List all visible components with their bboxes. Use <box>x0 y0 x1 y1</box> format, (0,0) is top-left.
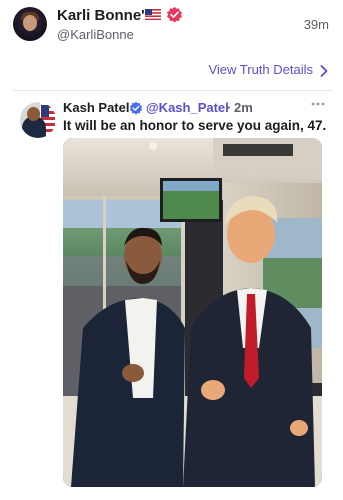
embedded-author-name[interactable]: Kash Patel <box>63 100 129 115</box>
embedded-author-handle[interactable]: @Kash_Patel <box>146 100 229 115</box>
author-display-name[interactable]: Karli Bonne' <box>57 7 145 24</box>
verified-badge-icon <box>167 6 182 23</box>
author-avatar[interactable] <box>13 7 47 41</box>
avatar-flag-canton <box>41 105 49 117</box>
post-photo[interactable] <box>63 138 322 487</box>
verified-badge-icon <box>129 101 143 115</box>
separator-dot: · <box>227 100 232 115</box>
author-handle[interactable]: @KarliBonne <box>57 27 134 42</box>
post-timestamp: 39m <box>303 17 329 32</box>
us-flag-icon <box>145 9 161 20</box>
embedded-post-timestamp: 2m <box>234 100 253 115</box>
avatar-face <box>23 15 37 31</box>
view-truth-details-link[interactable]: View Truth Details <box>208 62 313 77</box>
avatar-head <box>27 107 40 121</box>
embedded-post-text: It will be an honor to serve you again, … <box>63 118 327 133</box>
photo-illustration <box>63 138 322 487</box>
ellipsis-icon[interactable] <box>311 101 325 107</box>
chevron-right-icon[interactable] <box>319 64 329 78</box>
post-header: Karli Bonne' @KarliBonne 39m <box>0 0 343 50</box>
embedded-author-avatar[interactable] <box>20 102 56 138</box>
embedded-post-card[interactable]: Kash Patel @Kash_Patel · 2m It will be a… <box>13 90 333 500</box>
